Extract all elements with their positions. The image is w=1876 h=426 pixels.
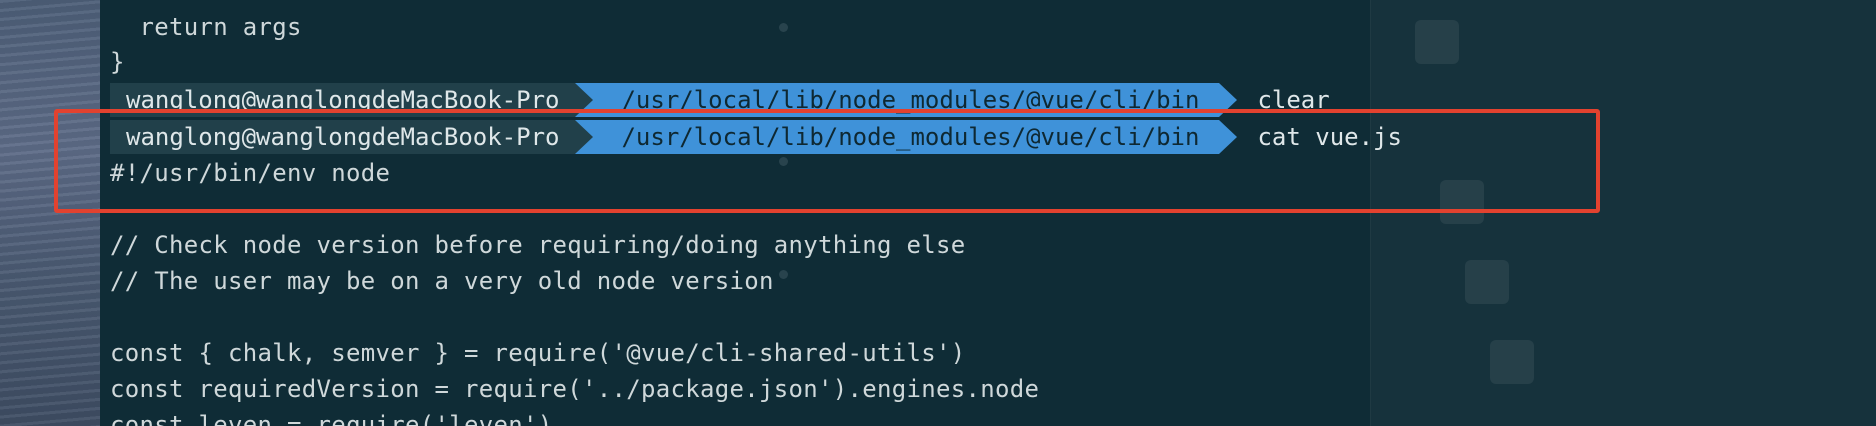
terminal-line-close-brace: } bbox=[110, 48, 125, 76]
ghost-bullet-icon bbox=[779, 270, 788, 279]
prompt-path: /usr/local/lib/node_modules/@vue/cli/bin bbox=[575, 120, 1220, 154]
output-line-comment-2: // The user may be on a very old node ve… bbox=[110, 267, 774, 295]
prompt-command: clear bbox=[1257, 86, 1330, 114]
terminal-line-return: return args bbox=[110, 13, 302, 41]
prompt-path: /usr/local/lib/node_modules/@vue/cli/bin bbox=[575, 83, 1220, 117]
powerline-arrow-icon bbox=[1219, 83, 1238, 117]
desktop-wallpaper bbox=[0, 0, 100, 426]
powerline-arrow-icon bbox=[1219, 120, 1238, 154]
output-line-comment-1: // Check node version before requiring/d… bbox=[110, 231, 966, 259]
output-line-shebang: #!/usr/bin/env node bbox=[110, 159, 391, 187]
ghost-tile-icon bbox=[1465, 260, 1509, 304]
ghost-tile-icon bbox=[1415, 20, 1459, 64]
ghost-bullet-icon bbox=[779, 157, 788, 166]
ghost-tile-icon bbox=[1440, 180, 1484, 224]
output-line-require-chalk: const { chalk, semver } = require('@vue/… bbox=[110, 339, 966, 367]
shell-prompt-cat[interactable]: wanglong@wanglongdeMacBook-Pro /usr/loca… bbox=[110, 120, 1402, 154]
terminal-window[interactable]: return args } wanglong@wanglongdeMacBook… bbox=[100, 0, 1876, 426]
output-line-required-version: const requiredVersion = require('../pack… bbox=[110, 375, 1040, 403]
prompt-user-host: wanglong@wanglongdeMacBook-Pro bbox=[110, 83, 576, 117]
output-line-leven: const leven = require('leven') bbox=[110, 411, 553, 426]
ghost-tile-icon bbox=[1490, 340, 1534, 384]
prompt-user-host: wanglong@wanglongdeMacBook-Pro bbox=[110, 120, 576, 154]
ghost-bullet-icon bbox=[779, 23, 788, 32]
shell-prompt-clear[interactable]: wanglong@wanglongdeMacBook-Pro /usr/loca… bbox=[110, 83, 1330, 117]
prompt-command: cat vue.js bbox=[1257, 123, 1402, 151]
